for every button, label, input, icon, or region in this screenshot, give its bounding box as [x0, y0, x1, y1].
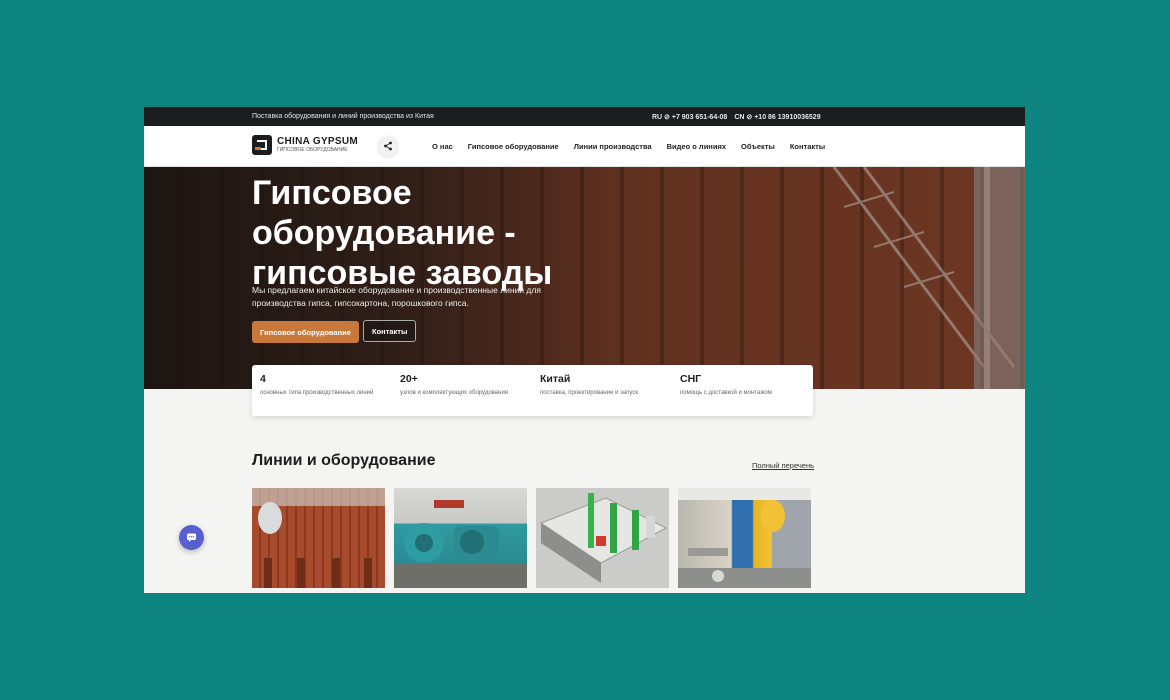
dust-collector-image: [252, 488, 385, 588]
nav-gypsum-equipment[interactable]: Гипсовое оборудование: [468, 142, 559, 151]
top-bar-tagline: Поставка оборудования и линий производст…: [252, 113, 434, 120]
hero-section: Гипсовое оборудование - гипсовые заводы …: [144, 167, 1025, 389]
browser-page: Поставка оборудования и линий производст…: [144, 107, 1025, 593]
stat-value: 4: [260, 373, 266, 385]
line-model-image: [539, 493, 668, 583]
gypsum-equipment-button[interactable]: Гипсовое оборудование: [252, 321, 359, 343]
contacts-button[interactable]: Контакты: [363, 320, 417, 342]
equipment-card-blower[interactable]: [394, 488, 527, 588]
equipment-cards: [252, 488, 811, 588]
share-icon: [384, 141, 392, 151]
stat-value: СНГ: [680, 373, 702, 385]
stat-label: помощь с доставкой и монтажом: [680, 390, 772, 396]
stat-value: 20+: [400, 373, 418, 385]
site-header: CHINA GYPSUM ГИПСОВОЕ ОБОРУДОВАНИЕ О нас…: [144, 126, 1025, 167]
top-bar: Поставка оборудования и линий производст…: [144, 107, 1025, 126]
phone-ru-link[interactable]: RU ⊘ +7 903 651-64-08: [652, 113, 727, 121]
stats-panel: 4 основных типа производственных линий 2…: [252, 365, 813, 416]
stat-label: поставка, проектирование и запуск: [540, 390, 638, 396]
logo-subtitle: ГИПСОВОЕ ОБОРУДОВАНИЕ: [277, 147, 348, 153]
logo-mark-icon: [252, 135, 272, 155]
stat-label: основных типа производственных линий: [260, 390, 374, 396]
nav-objects[interactable]: Объекты: [741, 142, 775, 151]
logo-text: CHINA GYPSUM ГИПСОВОЕ ОБОРУДОВАНИЕ: [277, 136, 358, 154]
top-bar-phones: RU ⊘ +7 903 651-64-08 CN ⊘ +10 86 139100…: [652, 107, 821, 126]
stat-item: 20+ узлов и комплектующих оборудования: [392, 365, 532, 416]
nav-about[interactable]: О нас: [432, 142, 453, 151]
chat-button[interactable]: [179, 525, 204, 550]
nav-contacts[interactable]: Контакты: [790, 142, 825, 151]
blower-image: [404, 500, 499, 563]
share-button[interactable]: [378, 136, 398, 156]
equipment-card-dust-collector[interactable]: [252, 488, 385, 588]
stat-item: 4 основных типа производственных линий: [252, 365, 392, 416]
chat-icon: [187, 533, 196, 542]
logo[interactable]: CHINA GYPSUM ГИПСОВОЕ ОБОРУДОВАНИЕ: [252, 135, 358, 155]
stat-item: Китай поставка, проектирование и запуск: [532, 365, 672, 416]
full-list-link[interactable]: Полный перечень: [752, 461, 814, 470]
stat-value: Китай: [540, 373, 571, 385]
hero-subtitle: Мы предлагаем китайское оборудование и п…: [252, 285, 541, 308]
stat-label: узлов и комплектующих оборудования: [400, 390, 509, 396]
logo-title: CHINA GYPSUM: [277, 136, 359, 147]
nav-line-videos[interactable]: Видео о линиях: [667, 142, 726, 151]
equipment-card-line-model[interactable]: [536, 488, 669, 588]
section-title: Линии и оборудование: [252, 452, 436, 469]
phone-cn-link[interactable]: CN ⊘ +10 86 13910036529: [734, 113, 820, 121]
mill-installation-image: [678, 488, 811, 588]
stat-item: СНГ помощь с доставкой и монтажом: [672, 365, 812, 416]
nav-production-lines[interactable]: Линии производства: [574, 142, 652, 151]
hero-title: Гипсовое оборудование - гипсовые заводы: [252, 174, 553, 292]
equipment-card-mill-installation[interactable]: [678, 488, 811, 588]
main-nav: О нас Гипсовое оборудование Линии произв…: [432, 126, 825, 166]
